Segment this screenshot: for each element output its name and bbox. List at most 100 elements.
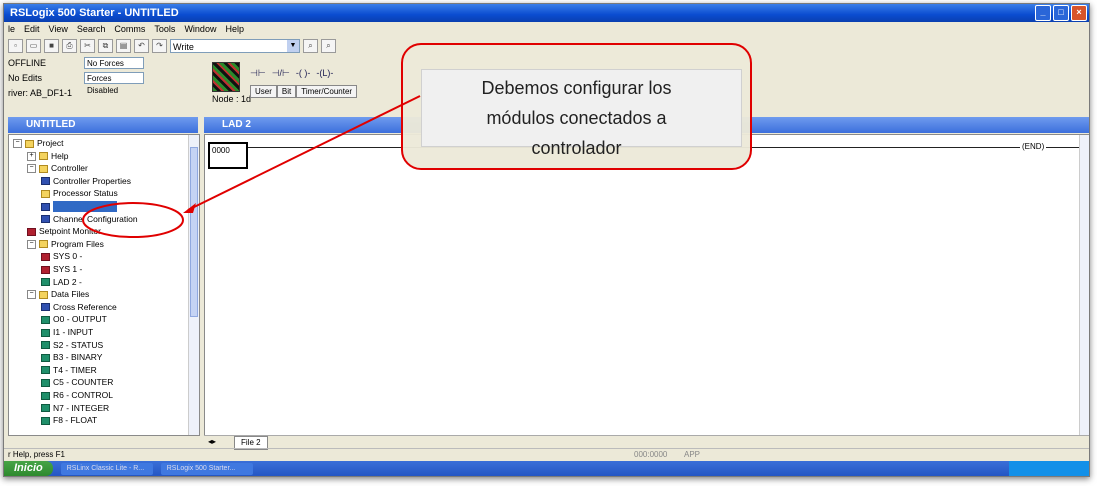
tree-item[interactable]: B3 - BINARY — [41, 352, 102, 363]
forces-status[interactable]: No Forces — [84, 57, 144, 69]
tree-item[interactable]: SYS 1 - — [41, 264, 82, 275]
channel-icon — [41, 215, 50, 224]
tree-item-label: S2 - STATUS — [53, 339, 104, 350]
menu-edit[interactable]: Edit — [24, 22, 40, 37]
tree-item[interactable]: F8 - FLOAT — [41, 415, 97, 426]
mode-status: OFFLINE — [8, 58, 47, 68]
tree-item[interactable]: − Project — [13, 138, 63, 149]
window-titlebar[interactable]: RSLogix 500 Starter - UNTITLED _ □ × — [4, 4, 1089, 22]
ladder-panel-title: LAD 2 — [222, 119, 251, 130]
plc-processor-icon[interactable] — [212, 62, 240, 92]
taskbar-item-rslogix[interactable]: RSLogix 500 Starter... — [160, 462, 253, 475]
find-icon[interactable]: ⌕ — [321, 39, 336, 53]
paste-icon[interactable]: ▤ — [116, 39, 131, 53]
undo-icon[interactable]: ↶ — [134, 39, 149, 53]
tree-item[interactable]: − Controller — [27, 163, 88, 174]
tree-item[interactable]: I1 - INPUT — [41, 327, 93, 338]
menu-comms[interactable]: Comms — [114, 22, 145, 37]
tree-item[interactable]: Cross Reference — [41, 302, 117, 313]
tree-item[interactable]: I/O Configuration — [41, 201, 118, 212]
tree-item[interactable]: T4 - TIMER — [41, 365, 97, 376]
tab-timer-counter[interactable]: Timer/Counter — [296, 85, 358, 98]
new-file-icon[interactable]: ▫ — [8, 39, 23, 53]
tab-bit[interactable]: Bit — [276, 85, 297, 98]
tree-item[interactable]: Processor Status — [41, 188, 118, 199]
data-file-icon — [41, 416, 50, 425]
ladder-editor[interactable]: 0000 (END) — [204, 134, 1089, 436]
tree-item[interactable]: Setpoint Monitor — [27, 226, 101, 237]
mode-combo[interactable]: Write ▼ — [170, 39, 300, 53]
zoom-icon[interactable]: ⌕ — [303, 39, 318, 53]
minimize-button[interactable]: _ — [1035, 5, 1051, 21]
tree-item-label: I/O Configuration — [53, 201, 118, 212]
tree-item-label: N7 - INTEGER — [53, 402, 110, 413]
start-button[interactable]: Inicio — [4, 461, 53, 476]
tree-item[interactable]: S2 - STATUS — [41, 340, 103, 351]
expand-toggle-icon[interactable]: − — [27, 164, 36, 174]
menu-window[interactable]: Window — [184, 22, 216, 37]
annotation-text: Debemos configurar los módulos conectado… — [403, 73, 750, 163]
close-button[interactable]: × — [1071, 5, 1087, 21]
xic-instruction-icon[interactable]: ⊣⊢ — [250, 68, 266, 79]
tree-item[interactable]: LAD 2 - — [41, 277, 82, 288]
mode-combo-value: Write — [173, 42, 194, 52]
taskbar-item-rslinx[interactable]: RSLinx Classic Lite - R... — [60, 462, 153, 475]
tree-item[interactable]: N7 - INTEGER — [41, 403, 109, 414]
properties-icon — [41, 177, 50, 186]
tree-item[interactable]: − Data Files — [27, 289, 89, 300]
expand-toggle-icon[interactable]: − — [27, 290, 36, 300]
xio-instruction-icon[interactable]: ⊣/⊢ — [272, 68, 290, 79]
copy-icon[interactable]: ⧉ — [98, 39, 113, 53]
monitor-icon — [27, 227, 36, 236]
tree-item-label: T4 - TIMER — [53, 364, 97, 375]
open-folder-icon[interactable]: ▭ — [26, 39, 41, 53]
tree-item-label: F8 - FLOAT — [53, 415, 98, 426]
status-position: 000:0000 — [634, 450, 668, 459]
tab-user[interactable]: User — [250, 85, 277, 98]
print-icon[interactable]: ⎙ — [62, 39, 77, 53]
save-icon[interactable]: ■ — [44, 39, 59, 53]
expand-toggle-icon[interactable]: − — [27, 239, 36, 249]
tree-item[interactable]: SYS 0 - — [41, 251, 82, 262]
annotation-line-2: módulos conectados a — [486, 108, 667, 128]
forces-disabled-status[interactable]: Forces Disabled — [84, 72, 144, 95]
expand-toggle-icon[interactable]: − — [13, 139, 22, 148]
rung-number-box[interactable]: 0000 — [208, 142, 248, 169]
maximize-button[interactable]: □ — [1053, 5, 1069, 21]
tree-item[interactable]: + Help — [27, 151, 68, 162]
annotation-line-1: Debemos configurar los — [481, 78, 672, 98]
tree-item[interactable]: Channel Configuration — [41, 214, 138, 225]
menu-view[interactable]: View — [49, 22, 68, 37]
data-file-icon — [41, 366, 50, 375]
status-icon — [41, 189, 50, 198]
tree-item[interactable]: − Program Files — [27, 239, 104, 250]
cross-ref-icon — [41, 303, 50, 312]
menu-help[interactable]: Help — [225, 22, 244, 37]
redo-icon[interactable]: ↷ — [152, 39, 167, 53]
tree-item[interactable]: Controller Properties — [41, 176, 131, 187]
rung-number: 0000 — [212, 146, 230, 155]
tree-item-label: I1 - INPUT — [53, 327, 94, 337]
tree-item[interactable]: C5 - COUNTER — [41, 377, 113, 388]
ote-instruction-icon[interactable]: -( )- — [296, 68, 311, 78]
data-file-icon — [41, 391, 50, 400]
tree-item-label: B3 - BINARY — [53, 352, 103, 363]
tree-item-label: Setpoint Monitor — [39, 226, 101, 237]
tree-scrollbar[interactable] — [188, 135, 199, 435]
menu-tools[interactable]: Tools — [154, 22, 175, 37]
menu-file[interactable]: le — [8, 22, 15, 37]
tree-item[interactable]: R6 - CONTROL — [41, 390, 113, 401]
ladder-scrollbar[interactable] — [1079, 135, 1089, 435]
tree-item[interactable]: O0 - OUTPUT — [41, 314, 107, 325]
tree-item-label: Processor Status — [53, 188, 118, 199]
driver-status: river: AB_DF1-1 — [8, 88, 73, 98]
otl-instruction-icon[interactable]: -(L)- — [316, 68, 333, 78]
tree-item-label: SYS 1 - — [53, 264, 83, 274]
menu-search[interactable]: Search — [77, 22, 106, 37]
expand-toggle-icon[interactable]: + — [27, 151, 36, 161]
tree-scroll-thumb[interactable] — [190, 147, 198, 317]
system-tray — [1009, 461, 1089, 476]
tab-scroll-arrows-icon[interactable]: ◂▸ — [208, 436, 216, 448]
cut-icon[interactable]: ✂ — [80, 39, 95, 53]
project-panel-titlebar[interactable]: UNTITLED — [8, 117, 198, 133]
